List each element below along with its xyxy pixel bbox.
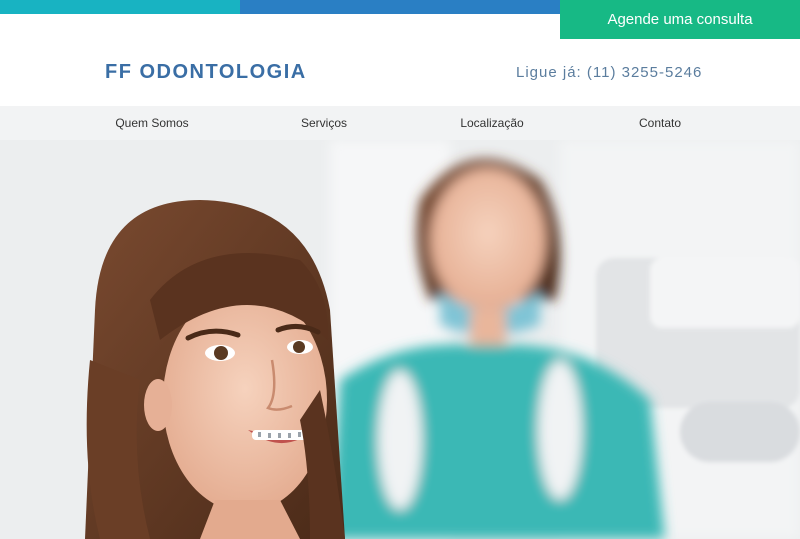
- site-header: FF ODONTOLOGIA Ligue já: (11) 3255-5246: [0, 39, 800, 106]
- nav-item-servicos[interactable]: Serviços: [301, 106, 347, 140]
- nav-item-quem-somos[interactable]: Quem Somos: [115, 106, 188, 140]
- main-nav: Quem Somos Serviços Localização Contato: [0, 106, 800, 140]
- nav-item-contato[interactable]: Contato: [639, 106, 681, 140]
- top-bar-blue-segment: [240, 0, 560, 14]
- schedule-appointment-button[interactable]: Agende uma consulta: [560, 0, 800, 39]
- phone-contact: Ligue já: (11) 3255-5246: [516, 64, 703, 81]
- top-bar-teal-segment: [0, 0, 240, 14]
- hero-image: [0, 140, 800, 539]
- hero-illustration: [0, 140, 800, 539]
- site-logo[interactable]: FF ODONTOLOGIA: [105, 61, 307, 84]
- nav-item-localizacao[interactable]: Localização: [460, 106, 523, 140]
